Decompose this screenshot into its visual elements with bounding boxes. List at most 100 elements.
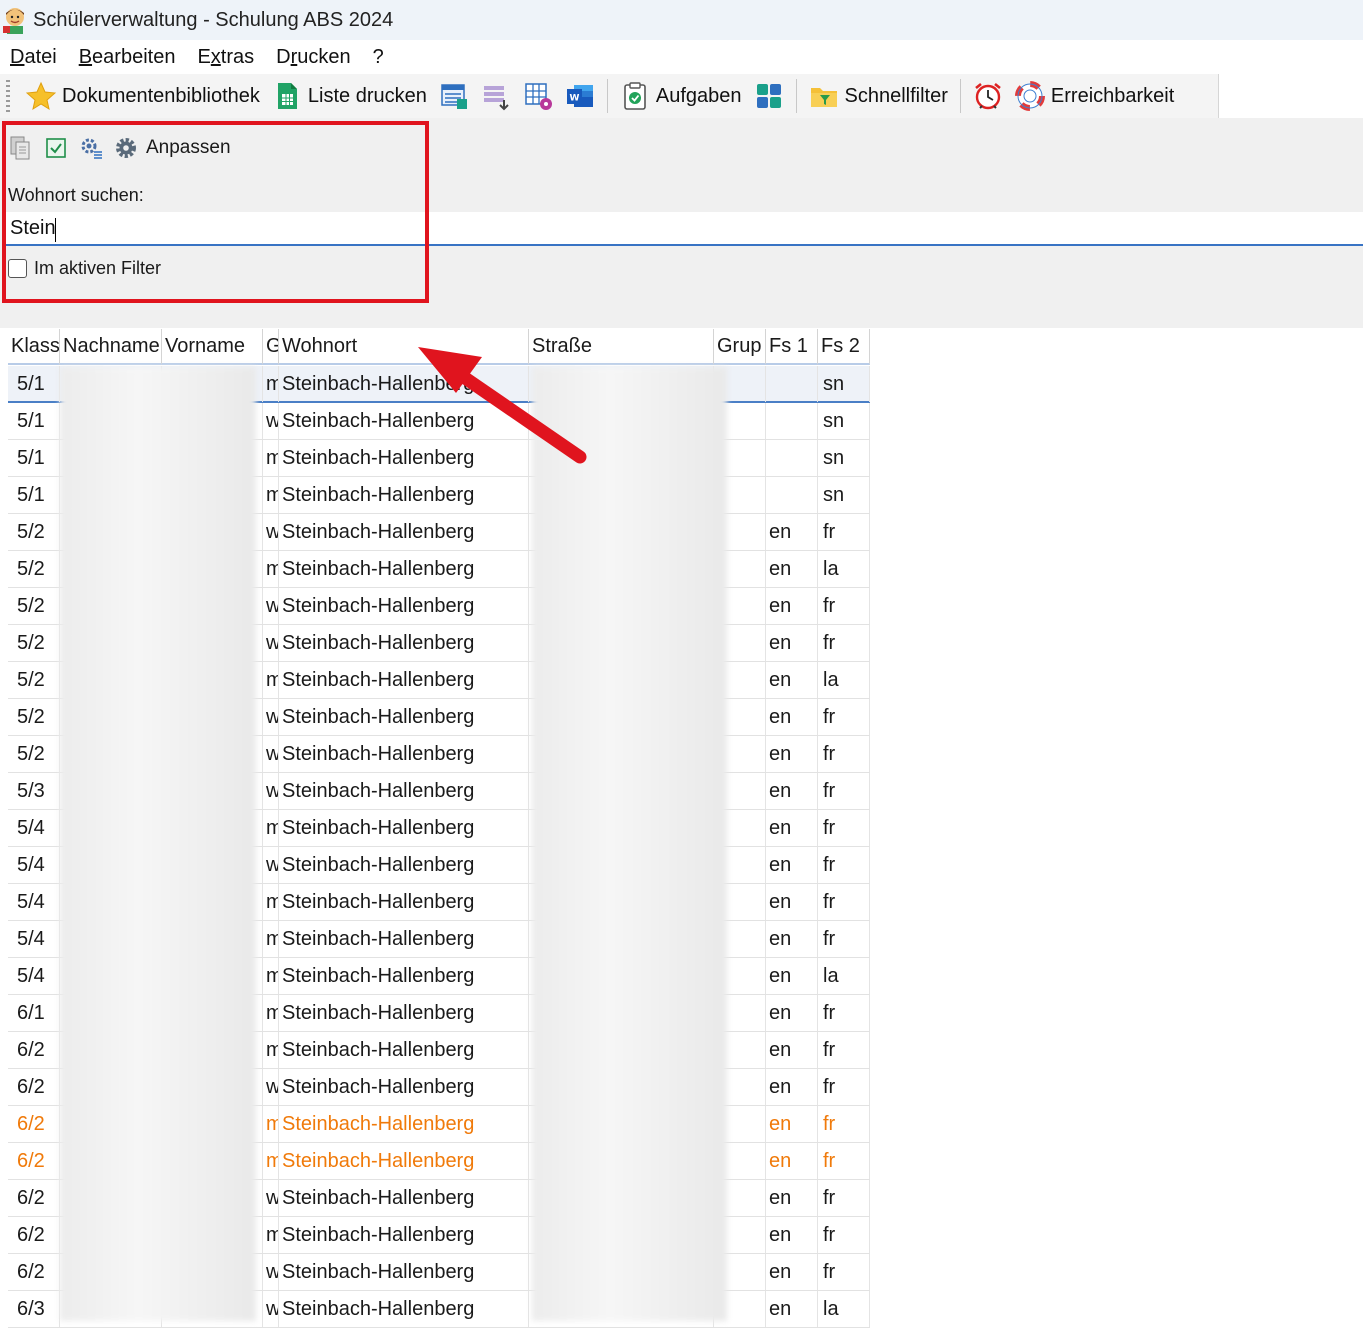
cell-klasse[interactable]: 6/2 [8,1069,60,1105]
cell-geschlecht[interactable]: m [263,1032,279,1068]
cell-wohnort[interactable]: Steinbach-Hallenberg [279,1032,529,1068]
cell-klasse[interactable]: 5/4 [8,921,60,957]
cell-fs1[interactable]: en [766,1217,818,1253]
cell-klasse[interactable]: 5/2 [8,736,60,772]
cell-geschlecht[interactable]: m [263,1217,279,1253]
cell-fs2[interactable]: la [818,662,870,698]
cell-fs2[interactable]: fr [818,736,870,772]
cell-geschlecht[interactable]: w [263,699,279,735]
cell-klasse[interactable]: 5/4 [8,884,60,920]
cell-wohnort[interactable]: Steinbach-Hallenberg [279,514,529,550]
cell-klasse[interactable]: 5/1 [8,366,60,402]
cell-fs2[interactable]: fr [818,699,870,735]
cell-fs1[interactable]: en [766,736,818,772]
cell-wohnort[interactable]: Steinbach-Hallenberg [279,810,529,846]
cell-geschlecht[interactable]: w [263,1291,279,1327]
cell-wohnort[interactable]: Steinbach-Hallenberg [279,847,529,883]
cell-klasse[interactable]: 5/1 [8,477,60,513]
cell-fs2[interactable]: sn [818,440,870,476]
cell-wohnort[interactable]: Steinbach-Hallenberg [279,699,529,735]
cell-fs2[interactable]: fr [818,810,870,846]
cell-wohnort[interactable]: Steinbach-Hallenberg [279,477,529,513]
cell-geschlecht[interactable]: m [263,921,279,957]
cell-geschlecht[interactable]: m [263,884,279,920]
cell-klasse[interactable]: 5/2 [8,551,60,587]
cell-fs1[interactable]: en [766,847,818,883]
cell-klasse[interactable]: 5/4 [8,810,60,846]
cell-klasse[interactable]: 6/1 [8,995,60,1031]
cell-geschlecht[interactable]: m [263,1143,279,1179]
cell-klasse[interactable]: 6/2 [8,1106,60,1142]
quickfilter-button[interactable]: Schnellfilter [803,76,954,116]
column-header[interactable]: Nachname [60,329,162,365]
cell-klasse[interactable]: 5/4 [8,847,60,883]
cell-wohnort[interactable]: Steinbach-Hallenberg [279,1217,529,1253]
cell-fs1[interactable]: en [766,1032,818,1068]
cell-wohnort[interactable]: Steinbach-Hallenberg [279,773,529,809]
cell-fs1[interactable] [766,477,818,513]
cell-wohnort[interactable]: Steinbach-Hallenberg [279,551,529,587]
cell-fs1[interactable] [766,366,818,402]
cell-fs2[interactable]: fr [818,884,870,920]
tasks-button[interactable]: Aufgaben [614,76,748,116]
cell-fs2[interactable]: fr [818,1217,870,1253]
cell-klasse[interactable]: 5/2 [8,514,60,550]
cell-fs1[interactable]: en [766,588,818,624]
cell-geschlecht[interactable]: w [263,736,279,772]
menu-item[interactable]: Bearbeiten [69,46,188,69]
menu-item[interactable]: Datei [0,46,69,69]
cell-fs2[interactable]: fr [818,625,870,661]
cell-fs2[interactable]: fr [818,995,870,1031]
cell-fs2[interactable]: fr [818,921,870,957]
cell-klasse[interactable]: 6/2 [8,1217,60,1253]
cell-klasse[interactable]: 6/2 [8,1143,60,1179]
column-header[interactable]: Grup [714,329,766,365]
cell-fs1[interactable]: en [766,1143,818,1179]
column-header[interactable]: G [263,329,279,365]
cell-wohnort[interactable]: Steinbach-Hallenberg [279,736,529,772]
cell-fs2[interactable]: la [818,958,870,994]
cell-fs1[interactable]: en [766,773,818,809]
cell-fs1[interactable]: en [766,1069,818,1105]
cell-fs1[interactable] [766,403,818,439]
cell-fs1[interactable]: en [766,625,818,661]
cell-fs1[interactable] [766,440,818,476]
cell-fs1[interactable]: en [766,1180,818,1216]
cell-klasse[interactable]: 6/2 [8,1254,60,1290]
cell-fs2[interactable]: la [818,1291,870,1327]
cell-fs2[interactable]: fr [818,514,870,550]
cell-wohnort[interactable]: Steinbach-Hallenberg [279,625,529,661]
cell-geschlecht[interactable]: m [263,662,279,698]
list-view-button[interactable] [433,76,475,116]
cell-fs2[interactable]: fr [818,1143,870,1179]
cell-fs1[interactable]: en [766,699,818,735]
cell-fs2[interactable]: fr [818,1069,870,1105]
cell-geschlecht[interactable]: m [263,551,279,587]
cell-fs2[interactable]: la [818,551,870,587]
cell-fs2[interactable]: fr [818,1180,870,1216]
cell-fs1[interactable]: en [766,1291,818,1327]
cell-geschlecht[interactable]: w [263,847,279,883]
cell-geschlecht[interactable]: w [263,773,279,809]
cell-klasse[interactable]: 5/2 [8,699,60,735]
document-library-button[interactable]: Dokumentenbibliothek [20,76,266,116]
cell-geschlecht[interactable]: m [263,1106,279,1142]
cell-geschlecht[interactable]: w [263,588,279,624]
cell-geschlecht[interactable]: m [263,477,279,513]
toolbar-grip[interactable] [6,80,10,112]
column-header[interactable]: Fs 1 [766,329,818,365]
cell-klasse[interactable]: 5/2 [8,662,60,698]
column-header[interactable]: Fs 2 [818,329,870,365]
cell-wohnort[interactable]: Steinbach-Hallenberg [279,1069,529,1105]
cell-wohnort[interactable]: Steinbach-Hallenberg [279,1143,529,1179]
cell-wohnort[interactable]: Steinbach-Hallenberg [279,1291,529,1327]
cell-wohnort[interactable]: Steinbach-Hallenberg [279,1180,529,1216]
cell-wohnort[interactable]: Steinbach-Hallenberg [279,588,529,624]
cell-wohnort[interactable]: Steinbach-Hallenberg [279,995,529,1031]
cell-geschlecht[interactable]: w [263,403,279,439]
cell-fs2[interactable]: fr [818,847,870,883]
cell-wohnort[interactable]: Steinbach-Hallenberg [279,958,529,994]
cell-fs2[interactable]: fr [818,773,870,809]
cell-fs1[interactable]: en [766,1106,818,1142]
cell-wohnort[interactable]: Steinbach-Hallenberg [279,884,529,920]
